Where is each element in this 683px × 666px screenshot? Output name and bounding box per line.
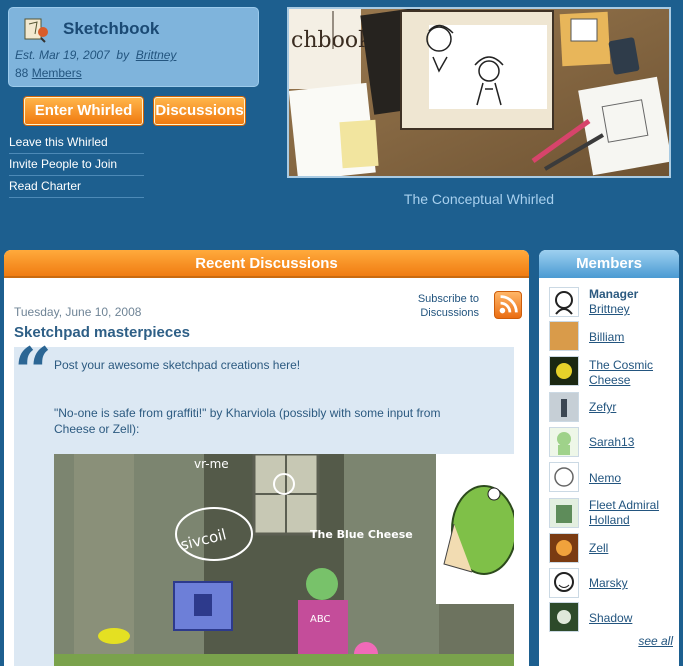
scribble-text-top: vr-me	[194, 457, 229, 471]
member-avatar	[549, 462, 579, 492]
member-avatar	[549, 287, 579, 317]
see-all-members-link[interactable]: see all	[638, 634, 673, 648]
post-date: Tuesday, June 10, 2008	[14, 305, 142, 319]
member-name[interactable]: Brittney	[589, 302, 679, 317]
post-body: “ Post your awesome sketchpad creations …	[14, 333, 514, 666]
member-avatar	[549, 568, 579, 598]
member-name[interactable]: Billiam	[589, 330, 679, 345]
member-avatar	[549, 498, 579, 528]
post-screenshot-artwork: vr-me sivcoil The Blue Cheese ABC	[54, 454, 514, 666]
leave-whirled-link[interactable]: Leave this Whirled	[9, 132, 144, 154]
whirled-logo-icon	[24, 18, 48, 43]
member-avatar	[549, 392, 579, 422]
banner-logo-text: chbook	[291, 28, 372, 53]
post-text-caption: "No-one is safe from graffiti!" by Kharv…	[54, 406, 441, 436]
recent-discussions-panel: Recent Discussions Tuesday, June 10, 200…	[4, 250, 529, 666]
whirled-title: Sketchbook	[63, 19, 160, 38]
whirled-banner: chbook	[287, 7, 671, 178]
whirled-actions: Leave this Whirled Invite People to Join…	[9, 132, 144, 198]
member-count-number: 88	[15, 66, 29, 80]
member-name[interactable]: Sarah13	[589, 435, 679, 450]
banner-caption: The Conceptual Whirled	[403, 191, 555, 207]
members-link[interactable]: Members	[32, 66, 82, 80]
member-name[interactable]: Shadow	[589, 611, 679, 626]
member-count: 88 Members	[15, 66, 82, 80]
whirled-established: Est. Mar 19, 2007 by Brittney	[15, 48, 176, 62]
member-avatar	[549, 533, 579, 563]
banner-artwork: chbook	[289, 9, 669, 176]
member-name[interactable]: Marsky	[589, 576, 679, 591]
by-label: by	[116, 48, 130, 62]
member-avatar	[549, 356, 579, 386]
post-screenshot-image: vr-me sivcoil The Blue Cheese ABC	[54, 454, 514, 666]
recent-discussions-header: Recent Discussions	[4, 250, 529, 278]
members-header: Members	[539, 250, 679, 278]
post-text-intro: Post your awesome sketchpad creations he…	[54, 358, 301, 372]
whirled-info-box: Sketchbook Est. Mar 19, 2007 by Brittney…	[8, 7, 259, 87]
owner-link[interactable]: Brittney	[136, 48, 177, 62]
member-avatar	[549, 602, 579, 632]
established-date: Est. Mar 19, 2007	[15, 48, 110, 62]
member-name[interactable]: Nemo	[589, 471, 679, 486]
member-name[interactable]: The Cosmic Cheese	[589, 358, 679, 388]
member-name[interactable]: Fleet Admiral Holland	[589, 498, 679, 528]
read-charter-link[interactable]: Read Charter	[9, 176, 144, 198]
members-panel: Members Manager Brittney Billiam The Cos…	[539, 250, 679, 666]
member-role: Manager	[589, 287, 639, 301]
discussions-button[interactable]: Discussions	[154, 97, 245, 125]
quote-icon: “	[14, 333, 52, 411]
member-avatar	[549, 321, 579, 351]
member-avatar	[549, 427, 579, 457]
member-name[interactable]: Zefyr	[589, 400, 679, 415]
rss-icon[interactable]	[494, 291, 522, 319]
subscribe-link[interactable]: Subscribe to Discussions	[384, 292, 479, 320]
invite-people-link[interactable]: Invite People to Join	[9, 154, 144, 176]
avatar-name-label: The Blue Cheese	[310, 528, 413, 541]
avatar-shirt-tag: ABC	[310, 614, 331, 625]
member-name[interactable]: Zell	[589, 541, 679, 556]
enter-whirled-button[interactable]: Enter Whirled	[24, 97, 143, 125]
